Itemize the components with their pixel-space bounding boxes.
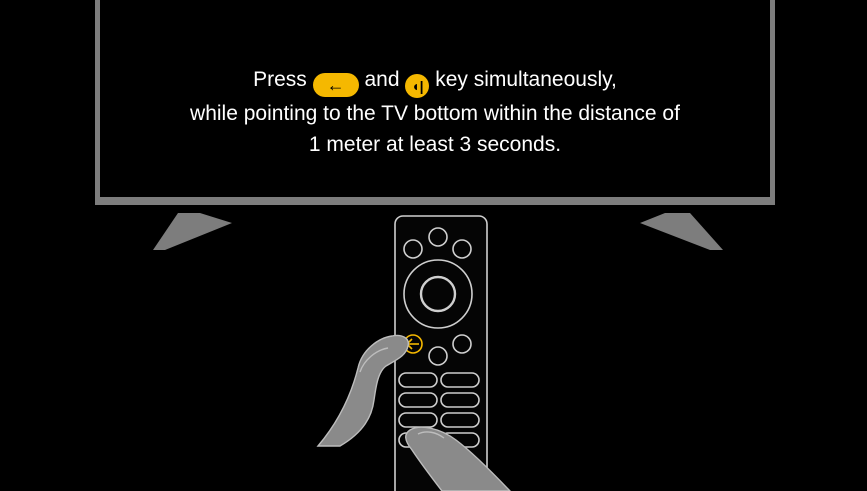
tv-stand-right — [640, 213, 723, 250]
tutorial-screen: Press ← and ◖| key simultaneously, while… — [0, 0, 867, 491]
tv-stand-left — [153, 213, 232, 250]
remote-illustration — [153, 213, 723, 491]
